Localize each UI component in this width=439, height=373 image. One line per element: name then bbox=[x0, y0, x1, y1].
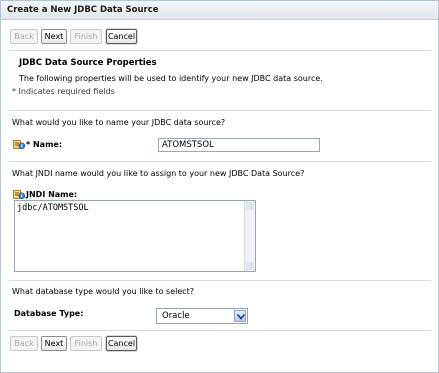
chevron-down-icon[interactable] bbox=[234, 310, 246, 322]
database-type-value: Oracle bbox=[162, 311, 190, 321]
divider bbox=[9, 110, 431, 111]
jndi-question: What JNDI name would you like to assign … bbox=[12, 169, 305, 178]
finish-button[interactable]: Finish bbox=[70, 29, 102, 44]
name-input[interactable]: ATOMSTSOL bbox=[158, 138, 320, 152]
jndi-name-value: jdbc/ATOMSTSOL bbox=[17, 203, 89, 213]
scroll-down-icon[interactable] bbox=[246, 262, 254, 270]
section-heading: JDBC Data Source Properties bbox=[19, 58, 157, 68]
divider bbox=[9, 280, 431, 281]
panel-title: Create a New JDBC Data Source bbox=[7, 5, 159, 15]
scroll-up-icon[interactable] bbox=[246, 202, 254, 210]
divider bbox=[9, 330, 431, 331]
help-tooltip-icon[interactable] bbox=[13, 189, 26, 200]
database-type-select[interactable]: Oracle bbox=[156, 308, 248, 324]
next-button[interactable]: Next bbox=[41, 29, 67, 44]
db-type-label: Database Type: bbox=[14, 309, 84, 318]
name-question: What would you like to name your JDBC da… bbox=[12, 118, 226, 127]
required-fields-note: * Indicates required fields bbox=[12, 87, 115, 96]
divider bbox=[9, 161, 431, 162]
divider bbox=[9, 50, 431, 51]
cancel-button[interactable]: Cancel bbox=[106, 29, 137, 44]
textarea-scrollbar[interactable] bbox=[244, 201, 255, 271]
create-jdbc-datasource-panel: Create a New JDBC Data Source Back Next … bbox=[0, 0, 439, 373]
next-button[interactable]: Next bbox=[41, 336, 67, 351]
help-tooltip-icon[interactable] bbox=[13, 139, 26, 150]
panel-titlebar: Create a New JDBC Data Source bbox=[1, 1, 438, 20]
back-button[interactable]: Back bbox=[10, 29, 38, 44]
finish-button[interactable]: Finish bbox=[70, 336, 102, 351]
back-button[interactable]: Back bbox=[10, 336, 38, 351]
name-label: * Name: bbox=[26, 140, 63, 149]
jndi-name-textarea[interactable]: jdbc/ATOMSTSOL bbox=[14, 200, 256, 272]
db-type-question: What database type would you like to sel… bbox=[12, 287, 195, 296]
cancel-button[interactable]: Cancel bbox=[106, 336, 137, 351]
section-description: The following properties will be used to… bbox=[19, 74, 323, 83]
jndi-label: JNDI Name: bbox=[26, 190, 78, 199]
